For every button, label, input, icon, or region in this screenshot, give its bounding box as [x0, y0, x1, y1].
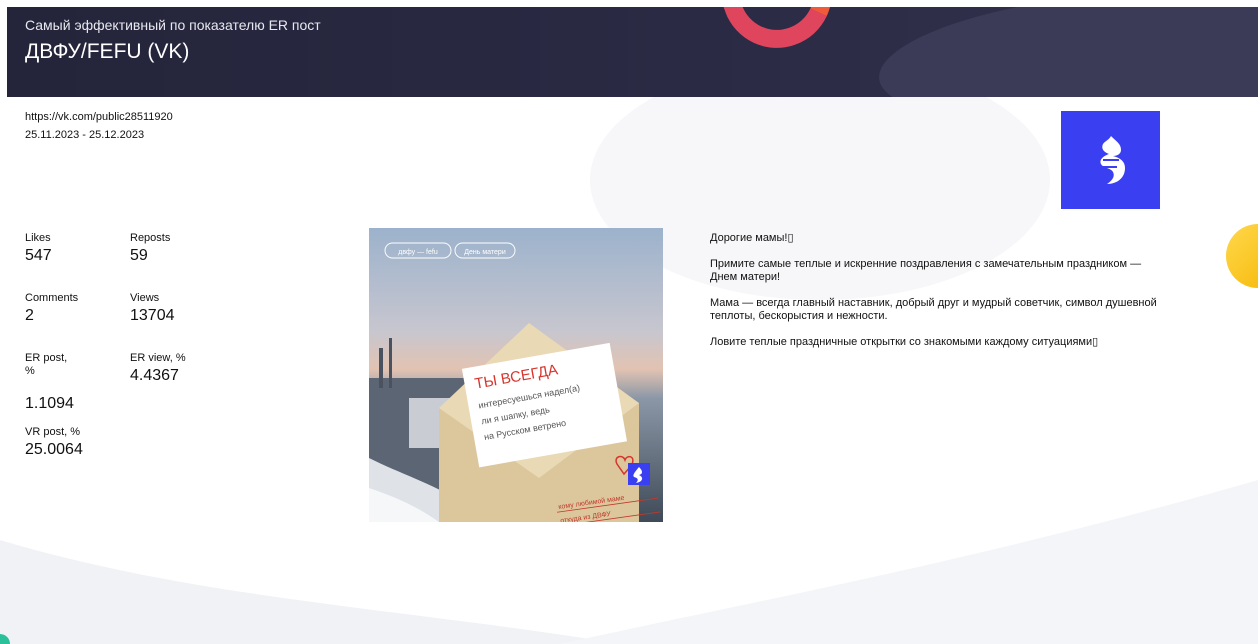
green-circle-decoration: [0, 634, 10, 644]
stat-label: Likes: [25, 232, 51, 244]
stat-vr-post: VR post, % 25.0064: [25, 426, 83, 459]
post-text: Дорогие мамы!▯ Примите самые теплые и ис…: [710, 232, 1170, 362]
stat-label: Views: [130, 292, 160, 304]
stat-value: 4.4367: [130, 367, 179, 384]
stat-reposts: Reposts 59: [130, 232, 170, 265]
stat-likes: Likes 547: [25, 232, 52, 265]
public-url[interactable]: https://vk.com/public28511920: [25, 108, 173, 126]
stat-label: VR post, %: [25, 426, 81, 438]
stat-views: Views 13704: [130, 292, 175, 325]
post-image[interactable]: двфу — fefu День матери ТЫ ВСЕГДА интере…: [369, 228, 663, 522]
stat-value: 59: [130, 247, 148, 264]
yellow-circle-decoration: [1226, 224, 1258, 288]
stat-value: 547: [25, 247, 52, 264]
community-logo: [1061, 111, 1160, 209]
stat-value: 1.1094: [25, 395, 74, 412]
post-paragraph: Дорогие мамы!▯: [710, 232, 794, 244]
stat-value: 13704: [130, 307, 175, 324]
post-paragraph: Мама — всегда главный наставник, добрый …: [710, 297, 1157, 322]
page-title: ДВФУ/FEFU (VK): [25, 40, 190, 63]
stat-value: 2: [25, 307, 34, 324]
post-paragraph: Ловите теплые праздничные открытки со зн…: [710, 336, 1099, 348]
post-image-illustration: двфу — fefu День матери ТЫ ВСЕГДА интере…: [369, 228, 663, 522]
stat-label: ER post, %: [25, 352, 68, 377]
stat-comments: Comments 2: [25, 292, 78, 325]
post-tag: двфу — fefu: [398, 249, 438, 256]
date-range: 25.11.2023 - 25.12.2023: [25, 129, 145, 141]
stat-label: Reposts: [130, 232, 171, 244]
header-wave-decoration: [872, 7, 1258, 97]
post-paragraph: Примите самые теплые и искренние поздрав…: [710, 258, 1142, 283]
stat-er-view: ER view, % 4.4367: [130, 352, 190, 385]
post-meta: https://vk.com/public28511920 25.11.2023…: [25, 108, 173, 144]
stat-label: ER view, %: [130, 352, 186, 364]
stat-value: 25.0064: [25, 441, 83, 458]
page-subtitle: Самый эффективный по показателю ER пост: [25, 17, 321, 33]
post-tag: День матери: [464, 249, 506, 256]
fefu-flame-logo-icon: [1099, 136, 1125, 184]
stat-label: Comments: [25, 292, 79, 304]
stat-er-post: ER post, % 1.1094: [25, 352, 74, 413]
page-header: Самый эффективный по показателю ER пост …: [7, 7, 1258, 97]
header-arc-decoration: [716, 7, 848, 64]
